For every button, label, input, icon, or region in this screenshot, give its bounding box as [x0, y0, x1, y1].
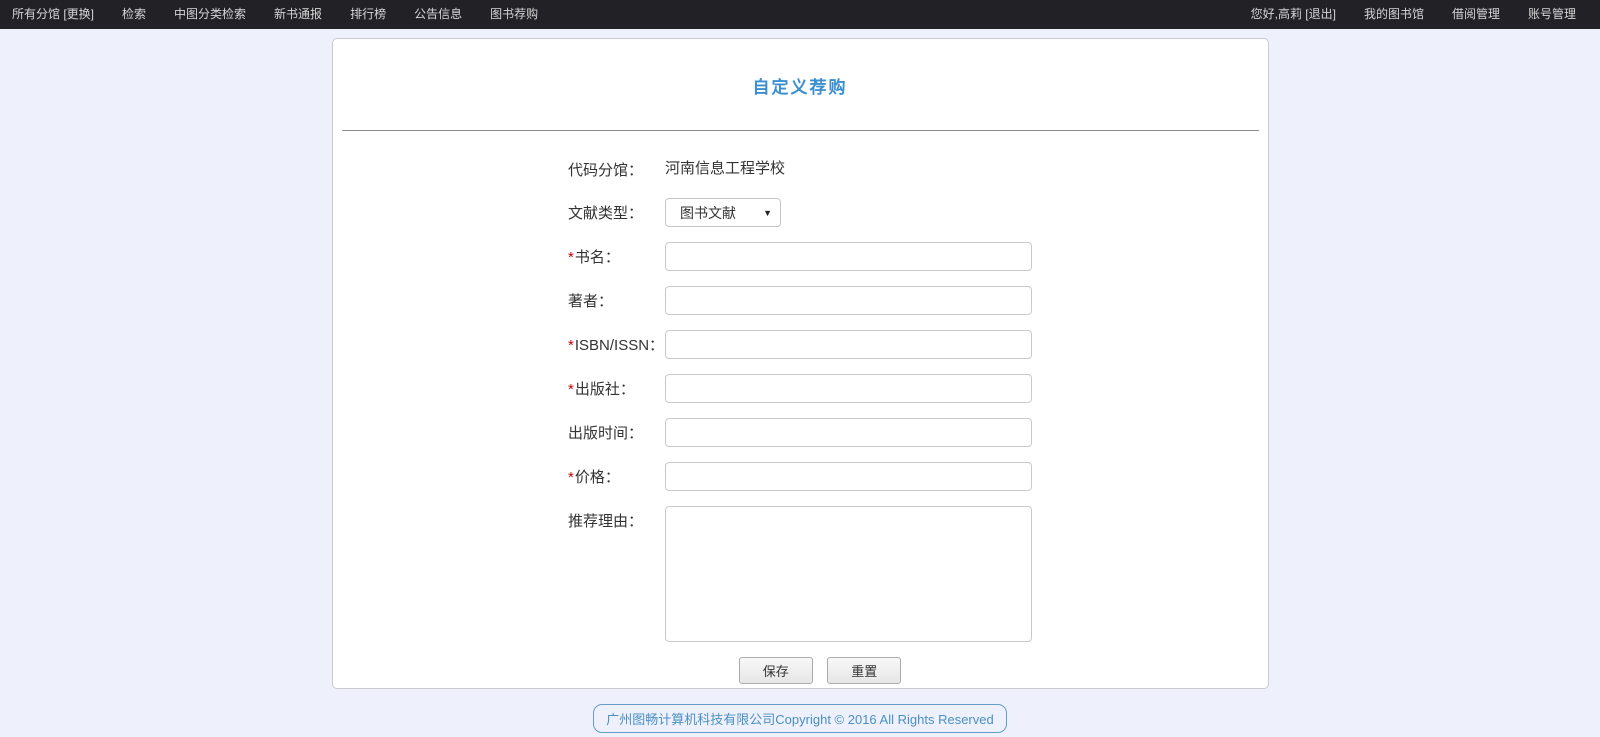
doc-type-row: 文献类型： 图书文献 ▼ [568, 198, 1032, 227]
top-nav-right: 您好,高莉 [退出] 我的图书馆 借阅管理 账号管理 [1249, 0, 1590, 29]
doc-type-select[interactable]: 图书文献 ▼ [665, 198, 781, 227]
price-input[interactable] [665, 462, 1032, 491]
nav-announcements[interactable]: 公告信息 [400, 0, 476, 29]
title-divider [342, 130, 1259, 131]
doc-type-selected-value: 图书文献 [680, 203, 736, 223]
nav-greeting-logout[interactable]: 您好,高莉 [退出] [1249, 0, 1350, 29]
branch-label: 代码分馆： [568, 159, 665, 180]
nav-new-book-bulletin[interactable]: 新书通报 [260, 0, 336, 29]
price-row: *价格： [568, 462, 1032, 491]
book-title-label: *书名： [568, 246, 665, 267]
footer-copyright-box: 广州图畅计算机科技有限公司Copyright © 2016 All Rights… [593, 704, 1006, 733]
publisher-input[interactable] [665, 374, 1032, 403]
page-footer: 广州图畅计算机科技有限公司Copyright © 2016 All Rights… [0, 704, 1600, 733]
isbn-label-text: ISBN/ISSN： [575, 337, 664, 354]
isbn-row: *ISBN/ISSN： [568, 330, 1032, 359]
book-title-input[interactable] [665, 242, 1032, 271]
custom-recommendation-card: 自定义荐购 代码分馆： 河南信息工程学校 文献类型： 图书文献 ▼ *书名： 著… [332, 38, 1269, 689]
publish-date-label-text: 出版时间： [568, 425, 643, 442]
required-marker: * [568, 249, 574, 266]
book-title-label-text: 书名： [575, 249, 620, 266]
branch-value: 河南信息工程学校 [665, 155, 785, 183]
reset-button[interactable]: 重置 [827, 657, 901, 684]
publisher-label-text: 出版社： [575, 381, 635, 398]
top-nav-left: 所有分馆 [更换] 检索 中图分类检索 新书通报 排行榜 公告信息 图书荐购 [10, 0, 552, 29]
reason-label-text: 推荐理由： [568, 513, 643, 530]
nav-borrow-management[interactable]: 借阅管理 [1438, 0, 1514, 29]
publish-date-input[interactable] [665, 418, 1032, 447]
top-nav-bar: 所有分馆 [更换] 检索 中图分类检索 新书通报 排行榜 公告信息 图书荐购 您… [0, 0, 1600, 29]
branch-row: 代码分馆： 河南信息工程学校 [568, 155, 1032, 183]
nav-clc-classification-search[interactable]: 中图分类检索 [160, 0, 260, 29]
form-buttons-row: 保存 重置 [568, 657, 1032, 684]
nav-my-library[interactable]: 我的图书馆 [1350, 0, 1438, 29]
author-label: 著者： [568, 290, 665, 311]
reason-label: 推荐理由： [568, 506, 665, 531]
reason-textarea[interactable] [665, 506, 1032, 642]
publish-date-label: 出版时间： [568, 422, 665, 443]
required-marker: * [568, 337, 574, 354]
recommendation-form: 代码分馆： 河南信息工程学校 文献类型： 图书文献 ▼ *书名： 著者： *IS… [568, 155, 1032, 684]
required-marker: * [568, 381, 574, 398]
author-input[interactable] [665, 286, 1032, 315]
isbn-label: *ISBN/ISSN： [568, 334, 665, 355]
doc-type-label: 文献类型： [568, 202, 665, 223]
footer-company-name: 广州图畅计算机科技有限公司 [606, 712, 775, 727]
nav-account-management[interactable]: 账号管理 [1514, 0, 1590, 29]
publish-date-row: 出版时间： [568, 418, 1032, 447]
nav-all-branches-switch[interactable]: 所有分馆 [更换] [10, 0, 108, 29]
chevron-down-icon: ▼ [763, 208, 772, 218]
save-button[interactable]: 保存 [739, 657, 813, 684]
author-label-text: 著者： [568, 293, 613, 310]
footer-copyright-text: Copyright © 2016 All Rights Reserved [775, 712, 993, 727]
price-label-text: 价格： [575, 469, 620, 486]
price-label: *价格： [568, 466, 665, 487]
nav-search[interactable]: 检索 [108, 0, 160, 29]
nav-ranking[interactable]: 排行榜 [336, 0, 400, 29]
publisher-row: *出版社： [568, 374, 1032, 403]
nav-book-recommendation[interactable]: 图书荐购 [476, 0, 552, 29]
reason-row: 推荐理由： [568, 506, 1032, 642]
page-title: 自定义荐购 [333, 39, 1268, 98]
author-row: 著者： [568, 286, 1032, 315]
book-title-row: *书名： [568, 242, 1032, 271]
publisher-label: *出版社： [568, 378, 665, 399]
required-marker: * [568, 469, 574, 486]
isbn-input[interactable] [665, 330, 1032, 359]
